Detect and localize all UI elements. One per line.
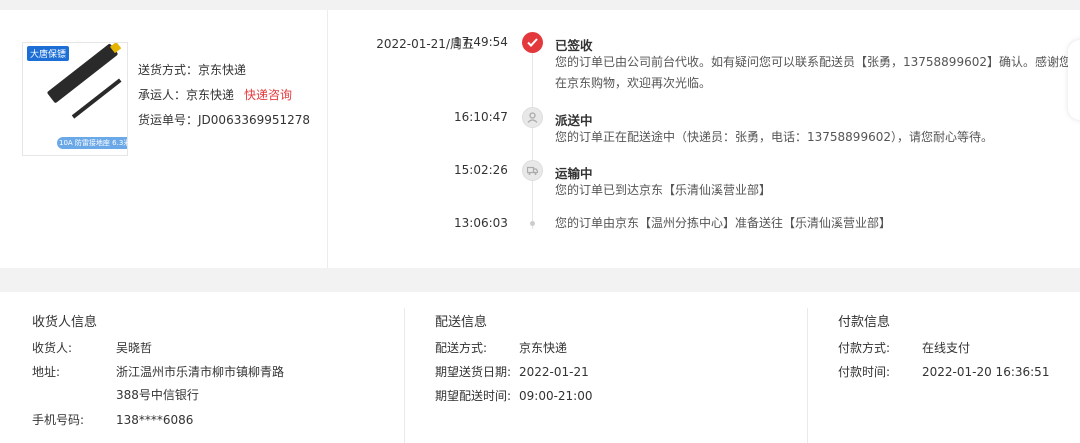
receiver-phone-label: 手机号码: (32, 413, 85, 427)
carrier-label: 承运人： (138, 88, 187, 102)
product-caption: 10A 防雷接地座 6.3米 (57, 137, 127, 149)
delivery-heading: 配送信息 (435, 315, 488, 330)
event-time: 17:49:54 (454, 35, 508, 49)
payment-time: 2022-01-20 16:36:51 (922, 365, 1050, 379)
delivery-date: 2022-01-21 (519, 365, 589, 379)
payment-time-label: 付款时间: (838, 365, 891, 379)
column-divider (807, 308, 808, 443)
shipment-info: 送货方式：京东快递 承运人：京东快递 快递咨询 货运单号：JD0063369951… (138, 58, 310, 133)
receiver-name: 吴晓哲 (116, 341, 153, 355)
shipping-method-value: 京东快递 (198, 63, 247, 77)
delivery-info: 配送信息 配送方式: 京东快递 期望送货日期: 2022-01-21 期望配送时… (435, 292, 795, 443)
receiver-name-label: 收货人: (32, 341, 73, 355)
event-description: 您的订单正在配送途中（快递员：张勇，电话：13758899602），请您耐心等待… (555, 130, 993, 144)
product-brand-label: 大唐保镖 (27, 46, 70, 61)
payment-heading: 付款信息 (838, 315, 891, 330)
receiver-address-line2: 388号中信银行 (116, 388, 199, 402)
receiver-heading: 收货人信息 (32, 315, 98, 330)
event-time: 15:02:26 (454, 163, 508, 177)
shipping-method-row: 送货方式：京东快递 (138, 58, 310, 83)
delivery-person-icon (522, 107, 543, 128)
carrier-row: 承运人：京东快递 快递咨询 (138, 83, 310, 108)
delivery-date-label: 期望送货日期: (435, 365, 512, 379)
payment-method: 在线支付 (922, 341, 971, 355)
check-icon (522, 32, 543, 53)
delivery-time: 09:00-21:00 (519, 389, 593, 403)
logistics-card: 大唐保镖 10A 防雷接地座 6.3米 送货方式：京东快递 承运人：京东快递 快递… (0, 10, 1080, 268)
shipping-method-label: 送货方式： (138, 63, 199, 77)
delivery-method: 京东快递 (519, 341, 568, 355)
receiver-address-label: 地址: (32, 365, 61, 379)
column-divider (404, 308, 405, 443)
delivery-method-label: 配送方式: (435, 341, 488, 355)
event-time: 13:06:03 (454, 216, 508, 230)
receiver-info: 收货人信息 收货人: 吴晓哲 地址: 浙江温州市乐清市柳市镇柳青路 388号中信… (32, 292, 392, 443)
product-thumbnail[interactable]: 大唐保镖 10A 防雷接地座 6.3米 (22, 42, 128, 156)
timeline-dot-icon (530, 221, 535, 226)
tracking-row: 货运单号：JD0063369951278 (138, 108, 310, 133)
event-description: 您的订单由京东【温州分拣中心】准备送往【乐清仙溪营业部】 (555, 216, 892, 230)
carrier-value: 京东快递 (186, 88, 235, 102)
product-shipment-panel: 大唐保镖 10A 防雷接地座 6.3米 送货方式：京东快递 承运人：京东快递 快递… (0, 10, 328, 268)
order-info-card: 收货人信息 收货人: 吴晓哲 地址: 浙江温州市乐清市柳市镇柳青路 388号中信… (0, 292, 1080, 443)
payment-info: 付款信息 付款方式: 在线支付 付款时间: 2022-01-20 16:36:5… (838, 292, 1078, 443)
event-description: 您的订单已到达京东【乐清仙溪营业部】 (555, 183, 772, 197)
receiver-phone: 138****6086 (116, 413, 194, 427)
event-time: 16:10:47 (454, 110, 508, 124)
payment-method-label: 付款方式: (838, 341, 891, 355)
event-description: 您的订单已由公司前台代收。如有疑问您可以联系配送员【张勇，13758899602… (555, 55, 1071, 90)
truck-icon (522, 160, 543, 181)
receiver-address-line1: 浙江温州市乐清市柳市镇柳青路 (116, 365, 285, 379)
tracking-label: 货运单号： (138, 113, 199, 127)
tracking-timeline: 2022-01-21/周五 17:49:54 已签收 您的订单已由公司前台代收。… (328, 10, 1080, 268)
courier-inquiry-link[interactable]: 快递咨询 (244, 88, 292, 102)
tracking-number: JD0063369951278 (198, 113, 311, 127)
delivery-time-label: 期望配送时间: (435, 389, 512, 403)
timeline-line (532, 42, 533, 229)
side-panel-tab[interactable] (1068, 40, 1080, 120)
